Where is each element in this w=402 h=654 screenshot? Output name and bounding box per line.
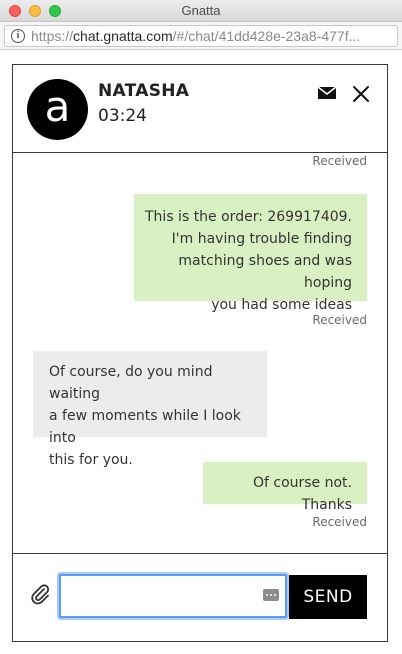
message-status: Received <box>312 313 367 327</box>
close-icon[interactable] <box>352 85 370 103</box>
chat-timer: 03:24 <box>98 106 147 126</box>
message-line: a few moments while I look into <box>49 408 241 446</box>
message-input[interactable] <box>59 574 287 618</box>
address-bar: i https://chat.gnatta.com/#/chat/41dd428… <box>0 22 402 50</box>
message-list[interactable]: Received This is the order: 269917409. I… <box>13 154 387 554</box>
info-icon[interactable]: i <box>11 29 25 43</box>
message-line: Of course not. Thanks <box>252 475 352 513</box>
message-line: Of course, do you mind waiting <box>49 364 213 402</box>
window-title: Gnatta <box>181 3 221 18</box>
url-host: chat.gnatta.com <box>73 28 173 44</box>
message-line: This is the order: 269917409. <box>145 209 352 225</box>
url-scheme: https:// <box>31 28 74 44</box>
window-title-bar: Gnatta <box>0 0 402 22</box>
url-path: /#/chat/41dd428e-23a8-477f... <box>172 28 361 44</box>
outgoing-message: This is the order: 269917409. I'm having… <box>134 194 367 313</box>
message-status: Received <box>312 154 367 168</box>
message-status: Received <box>312 515 367 529</box>
chat-header: a NATASHA 03:24 <box>13 65 387 153</box>
agent-name: NATASHA <box>98 81 190 101</box>
keyboard-dots-icon[interactable] <box>263 589 279 601</box>
url-text: https://chat.gnatta.com/#/chat/41dd428e-… <box>31 28 360 44</box>
message-line: matching shoes and was hoping <box>178 253 352 291</box>
message-line: I'm having trouble finding <box>171 231 352 247</box>
url-field[interactable]: i https://chat.gnatta.com/#/chat/41dd428… <box>4 25 398 47</box>
mail-icon[interactable] <box>317 85 337 101</box>
send-button[interactable]: SEND <box>289 575 367 619</box>
outgoing-message: Of course not. Thanks <box>203 462 367 513</box>
agent-avatar: a <box>27 79 88 140</box>
chat-widget: a NATASHA 03:24 Received This is the ord… <box>12 64 388 642</box>
incoming-message: Of course, do you mind waiting a few mom… <box>33 351 267 468</box>
message-composer: SEND <box>13 553 387 641</box>
paperclip-icon[interactable] <box>29 583 51 605</box>
